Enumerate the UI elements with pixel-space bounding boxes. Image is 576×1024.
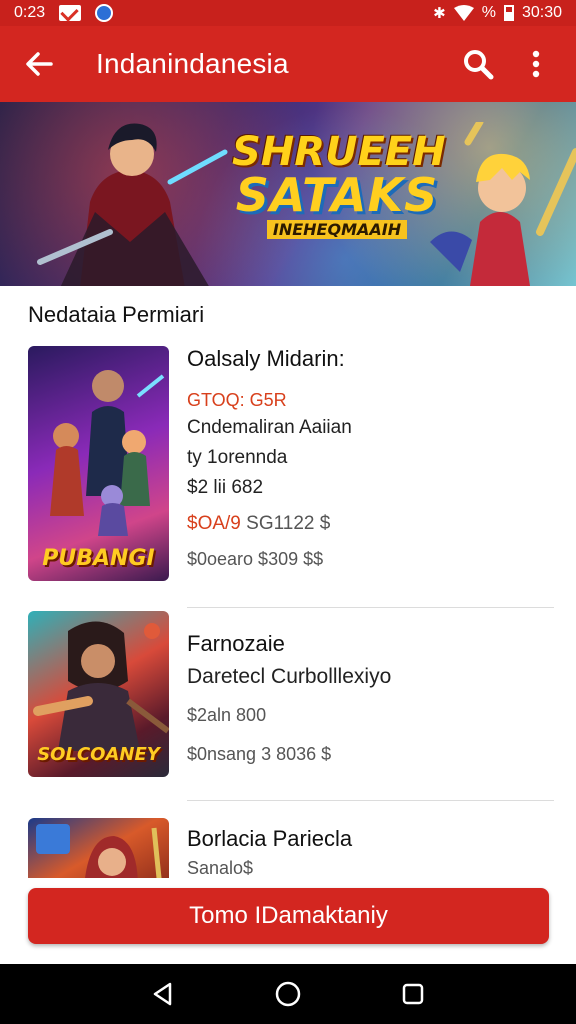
game-size: $2 lii 682 — [187, 477, 264, 498]
game-info: Borlacia Pariecla Sanalo$ — [187, 818, 554, 879]
game-price-original: SG1122 $ — [246, 513, 331, 534]
more-vert-icon[interactable] — [514, 42, 558, 86]
bluetooth-icon: ✱ — [433, 5, 446, 22]
home-circle-icon[interactable] — [264, 970, 312, 1018]
game-detail: ty 1orennda — [187, 447, 288, 468]
primary-action-button[interactable]: Tomo IDamaktaniy — [28, 888, 549, 944]
game-thumbnail[interactable]: SOLCOANEY — [28, 611, 169, 777]
search-icon[interactable] — [456, 42, 500, 86]
back-arrow-icon[interactable] — [18, 43, 60, 85]
game-subtitle: Daretecl Curbolllexiyo — [187, 665, 392, 688]
game-size: Sanalo$ — [187, 858, 254, 878]
game-thumbnail-caption: SOLCOANEY — [37, 744, 160, 765]
game-thumbnail[interactable]: PUBANGI — [28, 346, 169, 581]
gmail-icon — [59, 5, 82, 21]
game-tag: GTOQ: G5R — [187, 390, 287, 410]
hero-character-right — [430, 122, 576, 286]
promo-banner[interactable]: SHRUEEH SATAKS INEHEQMAAIH — [0, 102, 576, 286]
list-divider — [187, 800, 554, 801]
game-list-item[interactable]: SOLCOANEY Farnozaie Daretecl Curbolllexi… — [28, 611, 554, 781]
system-navigation-bar — [0, 964, 576, 1024]
back-triangle-icon[interactable] — [139, 970, 187, 1018]
game-size: $2aln 800 — [187, 705, 267, 725]
wifi-icon — [453, 5, 474, 21]
game-thumbnail-caption: PUBANGI — [42, 546, 155, 571]
app-notification-icon — [95, 4, 114, 22]
status-bar: 0:23 ✱ % 30:30 — [0, 0, 576, 26]
banner-logo: SHRUEEH SATAKS INEHEQMAAIH — [232, 129, 446, 240]
app-title: Indanindanesia — [96, 48, 289, 79]
hero-character-left — [37, 123, 228, 286]
game-info: Oalsaly Midarin: GTOQ: G5R Cndemaliran A… — [187, 346, 554, 570]
list-divider — [187, 607, 554, 608]
app-bar: Indanindanesia — [0, 26, 576, 102]
game-list-item[interactable]: PUBANGI Oalsaly Midarin: GTOQ: G5R Cndem… — [28, 346, 554, 586]
recents-square-icon[interactable] — [389, 970, 437, 1018]
banner-logo-line1: SHRUEEH — [232, 129, 446, 175]
section-title: Nedataia Permiari — [28, 302, 205, 327]
game-price-sale: $OA/9 — [187, 513, 241, 534]
status-time: 0:23 — [14, 4, 46, 21]
banner-logo-line3: INEHEQMAAIH — [266, 220, 408, 239]
game-info: Farnozaie Daretecl Curbolllexiyo $2aln 8… — [187, 611, 554, 765]
game-title: Borlacia Pariecla — [187, 826, 353, 851]
status-clock-right: 30:30 — [521, 4, 562, 21]
banner-logo-line2: SATAKS — [235, 168, 439, 222]
game-price: $OA/9 SG1122 $ — [187, 513, 554, 535]
game-subtitle: Cndemaliran Aaiian — [187, 417, 352, 438]
game-price-secondary: $0oearo $309 $$ — [187, 549, 324, 569]
game-price-secondary: $0nsang 3 8036 $ — [187, 744, 332, 764]
battery-icon — [503, 5, 514, 21]
game-title: Farnozaie — [187, 631, 285, 656]
game-title: Oalsaly Midarin: — [187, 346, 345, 371]
battery-percent: % — [481, 4, 496, 21]
